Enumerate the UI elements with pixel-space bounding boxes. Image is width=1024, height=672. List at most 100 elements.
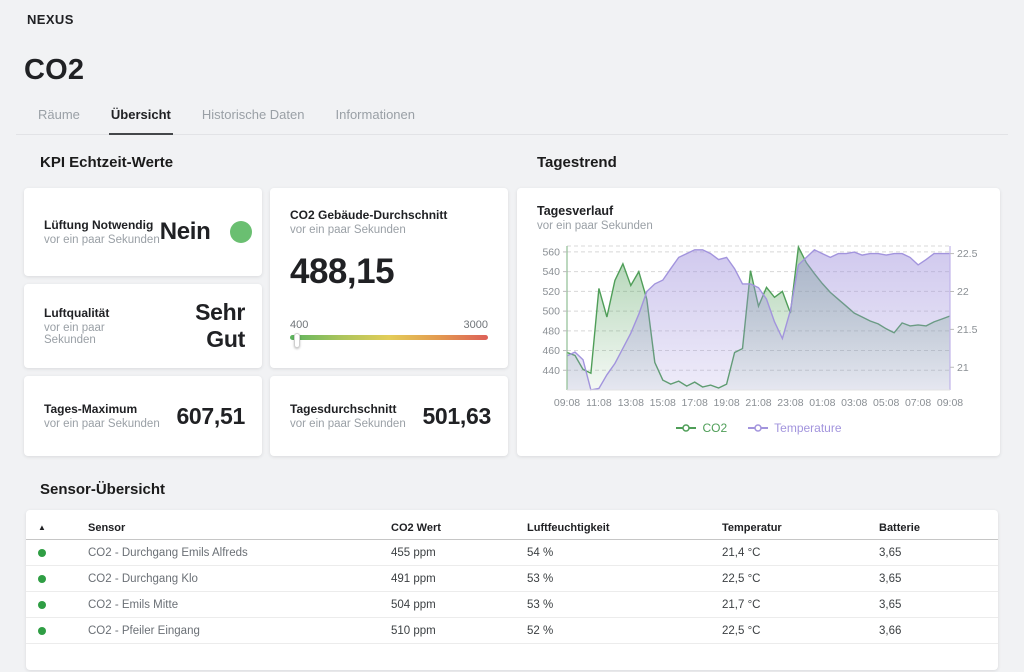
- day-average-updated: vor ein paar Sekunden: [290, 418, 406, 430]
- legend-marker-icon: [747, 423, 769, 433]
- humidity-cell: 54 %: [527, 547, 722, 559]
- sensor-name-cell: CO2 - Emils Mitte: [88, 599, 391, 611]
- day-average-card: Tagesdurchschnitt vor ein paar Sekunden …: [270, 376, 508, 456]
- svg-text:21:08: 21:08: [745, 397, 771, 409]
- column-header-luftfeuchtigkeit[interactable]: Luftfeuchtigkeit: [527, 522, 722, 534]
- trend-chart-card: Tagesverlauf vor ein paar Sekunden 440 46…: [517, 188, 1000, 456]
- svg-text:15:08: 15:08: [650, 397, 676, 409]
- battery-cell: 3,66: [879, 625, 998, 637]
- table-row[interactable]: CO2 - Durchgang Emils Alfreds455 ppm54 %…: [26, 540, 998, 566]
- gauge-handle: [294, 333, 300, 348]
- co2-value-cell: 491 ppm: [391, 573, 527, 585]
- legend-item-temperature[interactable]: Temperature: [747, 421, 841, 435]
- temperature-cell: 21,7 °C: [722, 599, 879, 611]
- temperature-cell: 22,5 °C: [722, 573, 879, 585]
- column-header-temperatur[interactable]: Temperatur: [722, 522, 879, 534]
- air-quality-value: Sehr Gut: [155, 299, 245, 353]
- svg-text:21.5: 21.5: [957, 324, 978, 336]
- svg-text:09:08: 09:08: [937, 397, 963, 409]
- co2-range-gauge: 400 3000: [290, 319, 488, 340]
- day-average-value: 501,63: [422, 403, 491, 430]
- legend-label: CO2: [702, 421, 727, 435]
- svg-text:11:08: 11:08: [586, 397, 612, 409]
- sort-ascending-icon[interactable]: ▲: [38, 523, 46, 532]
- battery-cell: 3,65: [879, 573, 998, 585]
- tab-informationen[interactable]: Informationen: [334, 107, 418, 135]
- table-row[interactable]: CO2 - Pfeiler Eingang510 ppm52 %22,5 °C3…: [26, 618, 998, 644]
- ventilation-status-icon: [230, 221, 252, 243]
- legend-marker-icon: [675, 423, 697, 433]
- sensors-section: Sensor-Übersicht ▲ SensorCO2 WertLuftfeuc…: [24, 481, 1000, 670]
- day-max-value: 607,51: [176, 403, 245, 430]
- trend-chart: 4404604805005205405602121.52222.509:0811…: [537, 238, 980, 421]
- svg-text:03:08: 03:08: [841, 397, 867, 409]
- building-average-updated: vor ein paar Sekunden: [290, 224, 488, 236]
- chart-legend: CO2 Temperature: [537, 421, 980, 435]
- sensor-name-cell: CO2 - Pfeiler Eingang: [88, 625, 391, 637]
- building-average-card: CO2 Gebäude-Durchschnitt vor ein paar Se…: [270, 188, 508, 368]
- trend-section-title: Tagestrend: [537, 154, 1000, 171]
- svg-text:440: 440: [542, 365, 560, 377]
- humidity-cell: 53 %: [527, 573, 722, 585]
- co2-value-cell: 504 ppm: [391, 599, 527, 611]
- sensor-name-cell: CO2 - Durchgang Emils Alfreds: [88, 547, 391, 559]
- day-max-updated: vor ein paar Sekunden: [44, 418, 160, 430]
- svg-text:520: 520: [542, 286, 560, 298]
- tabs: Räume Übersicht Historische Daten Informati…: [36, 107, 1008, 134]
- svg-text:22.5: 22.5: [957, 248, 978, 260]
- table-row[interactable]: CO2 - Emils Mitte504 ppm53 %21,7 °C3,65: [26, 592, 998, 618]
- table-row[interactable]: CO2 - Durchgang Klo491 ppm53 %22,5 °C3,6…: [26, 566, 998, 592]
- building-average-value: 488,15: [290, 252, 488, 292]
- legend-label: Temperature: [774, 421, 841, 435]
- svg-text:19:08: 19:08: [713, 397, 739, 409]
- ventilation-card: Lüftung Notwendig vor ein paar Sekunden …: [24, 188, 262, 276]
- gauge-min-label: 400: [290, 319, 308, 331]
- battery-cell: 3,65: [879, 599, 998, 611]
- chart-title: Tagesverlauf: [537, 204, 980, 218]
- gauge-gradient-bar: [290, 335, 488, 340]
- humidity-cell: 52 %: [527, 625, 722, 637]
- battery-cell: 3,65: [879, 547, 998, 559]
- svg-text:07:08: 07:08: [905, 397, 931, 409]
- chart-updated: vor ein paar Sekunden: [537, 220, 980, 232]
- svg-text:13:08: 13:08: [618, 397, 644, 409]
- ventilation-updated: vor ein paar Sekunden: [44, 234, 160, 246]
- column-header-batterie[interactable]: Batterie: [879, 522, 998, 534]
- svg-text:22: 22: [957, 286, 969, 298]
- sensor-name-cell: CO2 - Durchgang Klo: [88, 573, 391, 585]
- dashboard-page: NEXUS CO2 Räume Übersicht Historische Date…: [0, 0, 1024, 670]
- co2-value-cell: 455 ppm: [391, 547, 527, 559]
- humidity-cell: 53 %: [527, 599, 722, 611]
- temperature-cell: 22,5 °C: [722, 625, 879, 637]
- svg-text:01:08: 01:08: [809, 397, 835, 409]
- legend-item-co2[interactable]: CO2: [675, 421, 727, 435]
- column-header-sensor[interactable]: Sensor: [88, 522, 391, 534]
- sensor-table: ▲ SensorCO2 WertLuftfeuchtigkeitTemperatu…: [26, 510, 998, 670]
- sensor-status-icon: [38, 575, 46, 583]
- tab-historische-daten[interactable]: Historische Daten: [200, 107, 307, 135]
- sensors-section-title: Sensor-Übersicht: [40, 481, 1000, 498]
- day-max-card: Tages-Maximum vor ein paar Sekunden 607,…: [24, 376, 262, 456]
- day-average-label: Tagesdurchschnitt: [290, 402, 406, 416]
- table-header-row: ▲ SensorCO2 WertLuftfeuchtigkeitTemperatu…: [26, 516, 998, 540]
- column-header-co2-wert[interactable]: CO2 Wert: [391, 522, 527, 534]
- air-quality-updated: vor ein paar Sekunden: [44, 322, 155, 346]
- sensor-status-icon: [38, 627, 46, 635]
- svg-text:09:08: 09:08: [554, 397, 580, 409]
- svg-text:540: 540: [542, 266, 560, 278]
- ventilation-value: Nein: [160, 218, 211, 246]
- temperature-cell: 21,4 °C: [722, 547, 879, 559]
- svg-text:460: 460: [542, 345, 560, 357]
- kpi-section-title: KPI Echtzeit-Werte: [40, 154, 508, 171]
- svg-text:21: 21: [957, 362, 969, 374]
- app-logo: NEXUS: [24, 12, 1000, 27]
- co2-value-cell: 510 ppm: [391, 625, 527, 637]
- building-average-label: CO2 Gebäude-Durchschnitt: [290, 208, 488, 222]
- tab-bar: Räume Übersicht Historische Daten Informati…: [16, 107, 1008, 135]
- svg-text:480: 480: [542, 325, 560, 337]
- tab-r-ume[interactable]: Räume: [36, 107, 82, 135]
- air-quality-card: Luftqualität vor ein paar Sekunden Sehr …: [24, 284, 262, 368]
- gauge-max-label: 3000: [464, 319, 488, 331]
- tab-bersicht[interactable]: Übersicht: [109, 107, 173, 135]
- svg-text:23:08: 23:08: [777, 397, 803, 409]
